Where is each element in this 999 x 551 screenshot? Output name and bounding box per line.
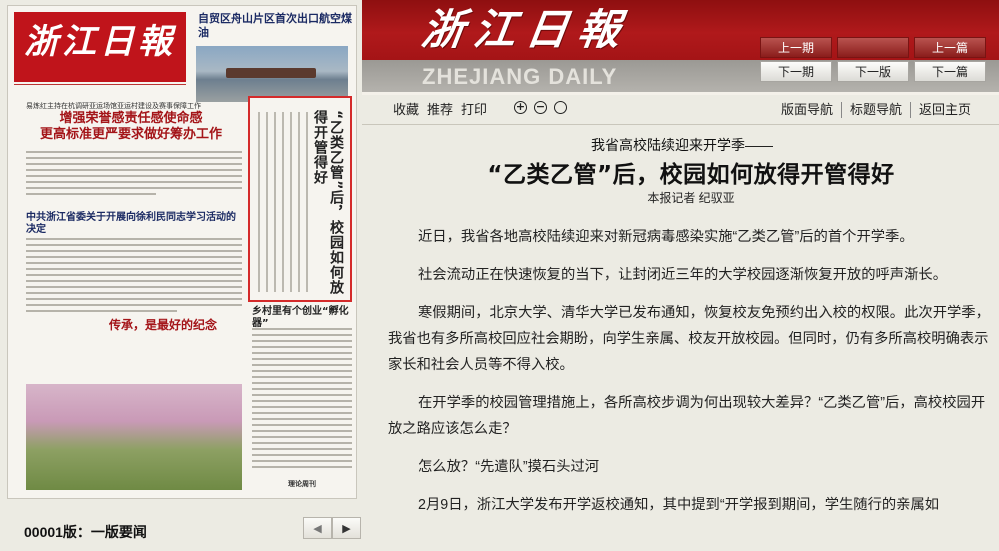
- zoom-controls: + −: [514, 101, 567, 114]
- thumbnail-text-lines: [26, 238, 242, 316]
- recommend-link[interactable]: 推荐: [427, 102, 453, 118]
- article-paragraph: 近日，我省各地高校陆续迎来对新冠病毒感染实施“乙类乙管”后的首个开学季。: [418, 229, 914, 245]
- article-body: 近日，我省各地高校陆续迎来对新冠病毒感染实施“乙类乙管”后的首个开学季。 社会流…: [388, 224, 994, 518]
- thumbnail-text-lines: [26, 151, 242, 199]
- next-page-button[interactable]: 下一版: [837, 61, 909, 82]
- page-preview-panel: 浙江日報 自贸区舟山片区首次出口航空煤油 易炼红主持在杭调研亚运场馆亚运村建设及…: [0, 0, 362, 551]
- article-toolbar: 收藏 推荐 打印 + − 版面导航 标题导航 返回主页: [362, 95, 999, 125]
- thumbnail-date-bar: [14, 84, 186, 92]
- thumbnail-top-headline: 自贸区舟山片区首次出口航空煤油: [198, 12, 352, 39]
- site-logo-english: ZHEJIANG DAILY: [422, 64, 618, 89]
- next-article-button[interactable]: 下一篇: [914, 61, 986, 82]
- thumbnail-village-story[interactable]: 乡村里有个创业“孵化器”: [252, 306, 352, 468]
- previous-page-arrow-icon[interactable]: ◀: [303, 517, 332, 539]
- site-logo[interactable]: 浙江日報: [419, 5, 634, 54]
- favorite-link[interactable]: 收藏: [393, 102, 419, 118]
- article-paragraph: 2月9日，浙江大学发布开学返校通知，其中提到“开学报到期间，学生随行的亲属如: [418, 497, 940, 513]
- zoom-out-icon[interactable]: −: [534, 101, 547, 114]
- previous-issue-button[interactable]: 上一期: [760, 37, 832, 58]
- site-header: 浙江日報 ZHEJIANG DAILY 上一期 上一篇 下一期 下一版 下一篇: [362, 0, 999, 95]
- thumbnail-text-lines: [252, 328, 352, 472]
- thumbnail-selected-article[interactable]: “乙类乙管”后，校园如何放得开管得好: [248, 96, 352, 302]
- zoom-reset-icon[interactable]: [554, 101, 567, 114]
- article-kicker: 我省高校陆续迎来开学季——: [591, 137, 773, 153]
- article-actions: 收藏 推荐 打印: [393, 102, 487, 118]
- layout-nav-link[interactable]: 版面导航: [773, 102, 841, 118]
- previous-article-button[interactable]: 上一篇: [914, 37, 986, 58]
- thumbnail-lead-story[interactable]: 易炼红主持在杭调研亚运场馆亚运村建设及赛事保障工作 增强荣誉感责任感使命感 更高…: [26, 102, 236, 143]
- thumbnail-masthead: 浙江日報: [14, 12, 186, 82]
- next-issue-button[interactable]: 下一期: [760, 61, 832, 82]
- site-navigation-links: 版面导航 标题导航 返回主页: [773, 102, 979, 118]
- zoom-in-icon[interactable]: +: [514, 101, 527, 114]
- thumbnail-decision-headline: 中共浙江省委关于开展向徐利民同志学习活动的决定: [26, 212, 236, 235]
- page-pager: ◀ ▶: [303, 517, 361, 539]
- thumbnail-column-line: [274, 112, 276, 292]
- thumbnail-column-line: [282, 112, 284, 292]
- thumbnail-column-line: [258, 112, 260, 292]
- issue-navigation: 上一期 上一篇 下一期 下一版 下一篇: [760, 37, 988, 82]
- article-paragraph: 社会流动正在快速恢复的当下，让封闭近三年的大学校园逐渐恢复开放的呼声渐长。: [418, 267, 947, 283]
- article-content: 我省高校陆续迎来开学季—— “乙类乙管”后，校园如何放得开管得好 本报记者 纪驭…: [388, 136, 994, 530]
- thumbnail-lead-kicker: 易炼红主持在杭调研亚运场馆亚运村建设及赛事保障工作: [26, 102, 201, 110]
- thumbnail-ship-photo: [196, 46, 348, 102]
- next-page-arrow-icon[interactable]: ▶: [332, 517, 361, 539]
- newspaper-page-thumbnail[interactable]: 浙江日報 自贸区舟山片区首次出口航空煤油 易炼红主持在杭调研亚运场馆亚运村建设及…: [7, 5, 357, 499]
- article-paragraph: 在开学季的校园管理措施上，各所高校步调为何出现较大差异？“乙类乙管”后，高校校园…: [388, 395, 986, 437]
- thumbnail-feature-headline: 传承，是最好的纪念: [108, 318, 217, 332]
- thumbnail-column-line: [298, 112, 300, 292]
- thumbnail-village-headline: 乡村里有个创业“孵化器”: [252, 306, 349, 329]
- thumbnail-top-story[interactable]: 自贸区舟山片区首次出口航空煤油: [192, 12, 352, 102]
- thumbnail-logo: 浙江日報: [24, 22, 176, 62]
- title-nav-link[interactable]: 标题导航: [840, 102, 910, 118]
- thumbnail-column-line: [290, 112, 292, 292]
- thumbnail-feature-story[interactable]: 传承，是最好的纪念: [88, 318, 238, 333]
- article-paragraph: 寒假期间，北京大学、清华大学已发布通知，恢复校友免预约出入校的权限。此次开学季，…: [388, 305, 990, 373]
- previous-page-button[interactable]: [837, 37, 909, 58]
- article-headline: “乙类乙管”后，校园如何放得开管得好: [487, 162, 895, 188]
- thumbnail-column-line: [306, 112, 308, 292]
- thumbnail-lead-headline-1: 增强荣誉感责任感使命感: [59, 111, 203, 126]
- thumbnail-selected-title: “乙类乙管”后，校园如何放得开管得好: [312, 110, 344, 296]
- article-subheading: 怎么放？“先遣队”摸石头过河: [418, 459, 600, 475]
- home-link[interactable]: 返回主页: [909, 102, 979, 118]
- thumbnail-column-line: [266, 112, 268, 292]
- thumbnail-blossom-photo: [26, 384, 242, 490]
- thumbnail-decision-story[interactable]: 中共浙江省委关于开展向徐利民同志学习活动的决定: [26, 212, 236, 236]
- print-link[interactable]: 打印: [461, 102, 487, 118]
- article-byline: 本报记者 纪驭亚: [647, 191, 735, 205]
- thumbnail-theory-label: 理论周刊: [288, 480, 316, 488]
- thumbnail-lead-headline-2: 更高标准更严要求做好筹办工作: [39, 127, 222, 142]
- page-caption: 00001版：一版要闻: [24, 524, 147, 540]
